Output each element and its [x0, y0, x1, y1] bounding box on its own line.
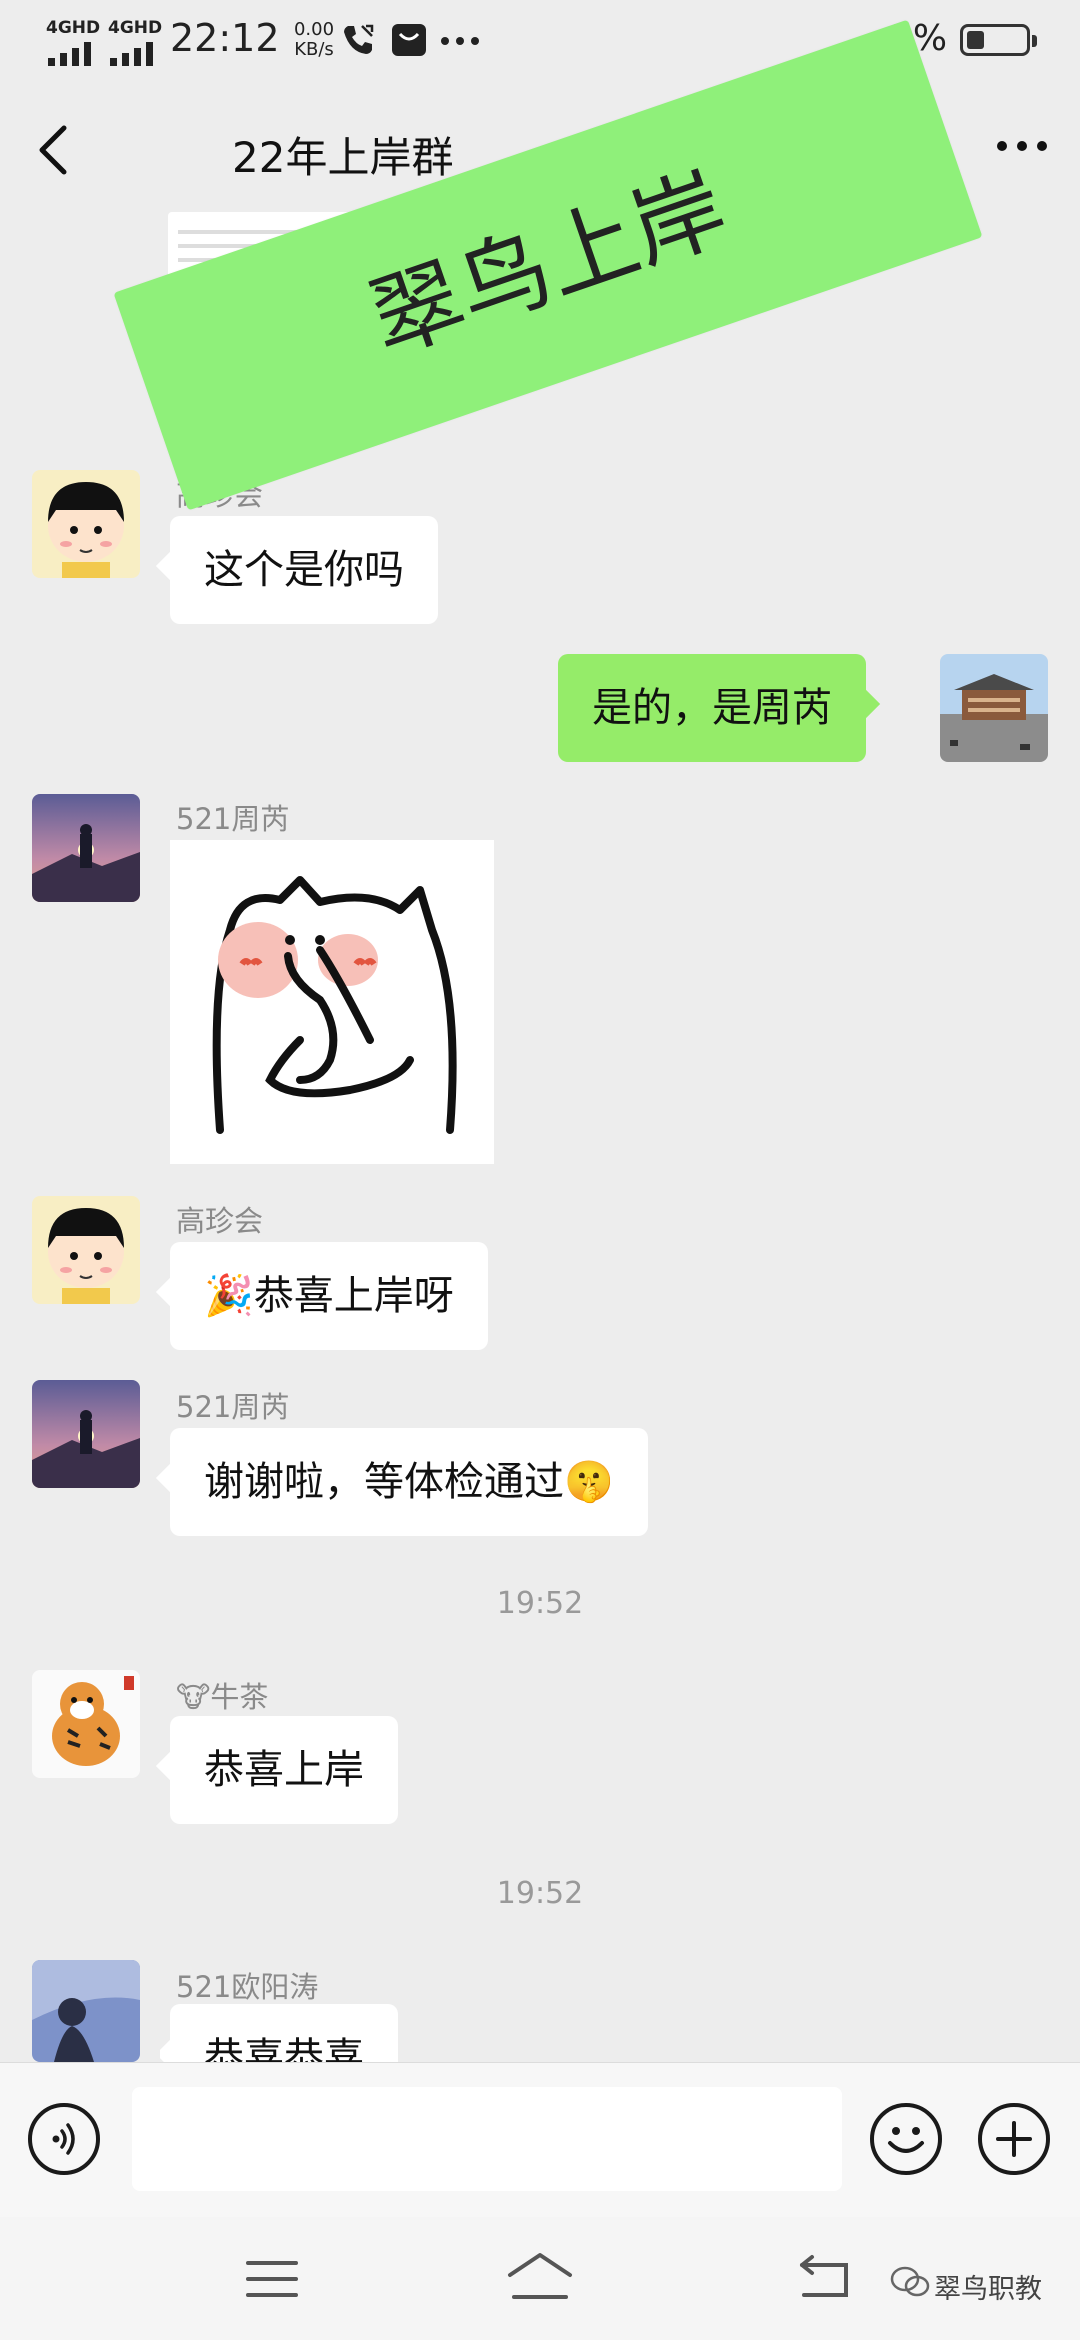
chat-title: 22年上岸群 [232, 133, 454, 182]
smiley-icon [888, 2127, 924, 2153]
message-clip: 恭喜恭喜 [160, 2004, 460, 2062]
sender-name-text: 牛茶 [210, 1680, 269, 1714]
tiger-avatar-icon [32, 1670, 140, 1778]
network-speed-value: 0.00 [293, 19, 335, 40]
message-input[interactable] [132, 2087, 842, 2191]
more-dots-icon[interactable] [992, 126, 1052, 166]
avatar[interactable] [32, 1960, 140, 2062]
message-bubble[interactable]: 这个是你吗 [170, 516, 438, 624]
add-button[interactable] [978, 2103, 1050, 2175]
wechat-logo-icon [890, 2266, 930, 2297]
avatar[interactable] [32, 470, 140, 578]
message-text: 这个是你吗 [204, 547, 404, 593]
network-speed: 0.00 KB/s [284, 20, 344, 60]
message-text: 谢谢啦，等体检通过 [204, 1459, 564, 1505]
sender-name: 521周芮 [176, 1390, 290, 1424]
voice-icon [52, 2123, 75, 2155]
back-icon[interactable] [796, 2253, 856, 2303]
motorcycle-sunset-avatar-icon [32, 794, 140, 902]
anime-boy-avatar-icon [32, 1960, 140, 2062]
phone-call-icon [344, 24, 374, 54]
system-navigation-bar: 翠鸟职教 [0, 2217, 1080, 2340]
sticker-image[interactable] [170, 840, 494, 1164]
sender-name: 高珍会 [176, 1204, 264, 1238]
input-bar [0, 2062, 1080, 2217]
signal-bars-icon [110, 42, 156, 66]
message-bubble[interactable]: 谢谢啦，等体检通过🤫 [170, 1428, 648, 1536]
chevron-left-icon[interactable] [28, 120, 78, 180]
signal-bars-icon [48, 42, 94, 66]
emoji-button[interactable] [870, 2103, 942, 2175]
timestamp: 19:52 [496, 1586, 584, 1621]
message-bubble[interactable]: 恭喜恭喜 [170, 2004, 398, 2062]
menu-icon[interactable] [244, 2257, 300, 2301]
message-bubble[interactable]: 恭喜上岸 [170, 1716, 398, 1824]
my-avatar[interactable] [940, 654, 1048, 762]
network-label-2: 4GHD [108, 18, 163, 38]
sender-name: 521欧阳涛 [176, 1970, 319, 2004]
sender-name: 521周芮 [176, 802, 290, 836]
message-bubble[interactable]: 🎉恭喜上岸呀 [170, 1242, 488, 1350]
plus-icon [996, 2121, 1032, 2157]
message-text: 是的，是周芮 [592, 685, 832, 731]
message-text: 恭喜恭喜 [204, 2035, 364, 2062]
brand-watermark: 翠鸟职教 [934, 2274, 1042, 2305]
sender-name: 🐮牛茶 [176, 1674, 268, 1716]
shushing-face-emoji: 🤫 [564, 1459, 614, 1505]
message-text: 恭喜上岸呀 [253, 1273, 454, 1319]
network-label-1: 4GHD [46, 18, 101, 38]
cow-emoji: 🐮 [176, 1680, 211, 1714]
cartoon-girl-avatar-icon [32, 1196, 140, 1304]
avatar[interactable] [32, 1380, 140, 1488]
avatar[interactable] [32, 1196, 140, 1304]
clock: 22:12 [170, 16, 280, 60]
cat-sticker-icon [212, 876, 457, 1134]
home-icon[interactable] [504, 2249, 576, 2303]
battery-icon [960, 24, 1037, 56]
more-notifications-icon [441, 37, 479, 45]
network-speed-unit: KB/s [294, 39, 334, 60]
timestamp: 19:52 [496, 1876, 584, 1911]
motorcycle-sunset-avatar-icon [32, 1380, 140, 1488]
city-gate-photo-icon [940, 654, 1048, 762]
avatar[interactable] [32, 794, 140, 902]
message-text: 恭喜上岸 [204, 1747, 364, 1793]
cartoon-girl-avatar-icon [32, 470, 140, 578]
avatar[interactable] [32, 1670, 140, 1778]
voice-button[interactable] [28, 2103, 100, 2175]
message-notification-icon [392, 24, 426, 56]
party-popper-emoji: 🎉 [204, 1273, 254, 1319]
my-message-bubble[interactable]: 是的，是周芮 [558, 654, 866, 762]
